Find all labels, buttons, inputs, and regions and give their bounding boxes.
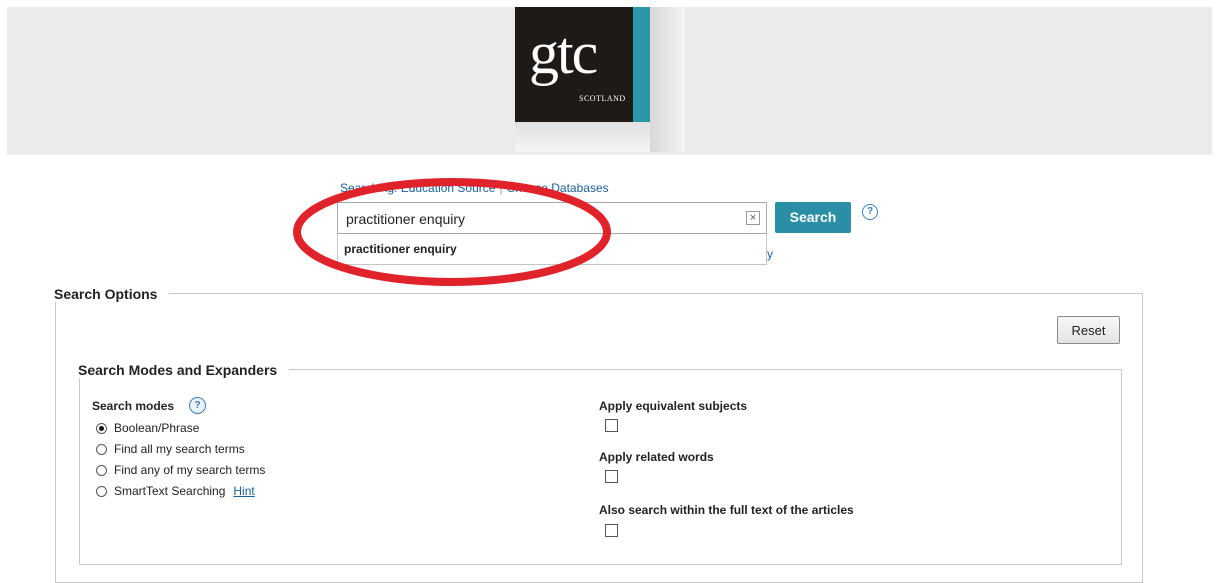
expander-related-words-checkbox[interactable]: [605, 470, 618, 483]
search-options-title: Search Options: [54, 286, 170, 302]
mode-find-any[interactable]: Find any of my search terms: [96, 463, 265, 479]
expander-full-text-checkbox[interactable]: [605, 524, 618, 537]
expander-related-words-label: Apply related words: [599, 450, 714, 464]
radio-icon[interactable]: [96, 465, 107, 476]
mode-label: Boolean/Phrase: [114, 421, 200, 435]
autocomplete-dropdown: practitioner enquiry: [337, 234, 767, 265]
searching-label: Searching: Education Source: [340, 181, 496, 195]
mode-boolean-phrase[interactable]: Boolean/Phrase: [96, 421, 199, 437]
search-modes-title: Search Modes and Expanders: [78, 362, 290, 378]
logo-subtext: SCOTLAND: [579, 94, 626, 103]
db-separator: |: [499, 181, 503, 195]
logo-text: gtc: [529, 20, 598, 86]
search-button[interactable]: Search: [775, 202, 851, 233]
radio-selected-icon[interactable]: [96, 423, 107, 434]
mode-label: SmartText Searching: [114, 484, 226, 498]
radio-icon[interactable]: [96, 444, 107, 455]
smarttext-hint-link[interactable]: Hint: [233, 484, 254, 498]
search-modes-label: Search modes: [92, 399, 175, 413]
search-help-icon[interactable]: ?: [862, 204, 878, 220]
reset-button[interactable]: Reset: [1057, 316, 1120, 344]
clear-search-button[interactable]: ×: [746, 211, 760, 225]
gtc-logo[interactable]: gtc SCOTLAND: [515, 7, 685, 152]
database-line: Searching: Education Source | Choose Datab…: [340, 181, 609, 195]
logo-fade: [515, 122, 650, 152]
search-modes-help-icon[interactable]: ?: [189, 397, 206, 414]
expander-full-text-label: Also search within the full text of the …: [599, 503, 854, 517]
mode-label: Find all my search terms: [114, 442, 245, 456]
autocomplete-suggestion[interactable]: practitioner enquiry: [344, 242, 457, 256]
radio-icon[interactable]: [96, 486, 107, 497]
search-box: ×: [337, 202, 767, 234]
mode-smarttext[interactable]: SmartText Searching Hint: [96, 484, 255, 500]
logo-blue-stripe: [633, 7, 650, 122]
expander-equivalent-subjects-label: Apply equivalent subjects: [599, 399, 748, 413]
search-input[interactable]: [344, 208, 728, 230]
obscured-link-fragment[interactable]: y: [767, 247, 773, 261]
choose-databases-link[interactable]: Choose Databases: [507, 181, 609, 195]
mode-find-all[interactable]: Find all my search terms: [96, 442, 245, 458]
expander-equivalent-subjects-checkbox[interactable]: [605, 419, 618, 432]
mode-label: Find any of my search terms: [114, 463, 266, 477]
logo-grey-stripe: [650, 7, 685, 152]
